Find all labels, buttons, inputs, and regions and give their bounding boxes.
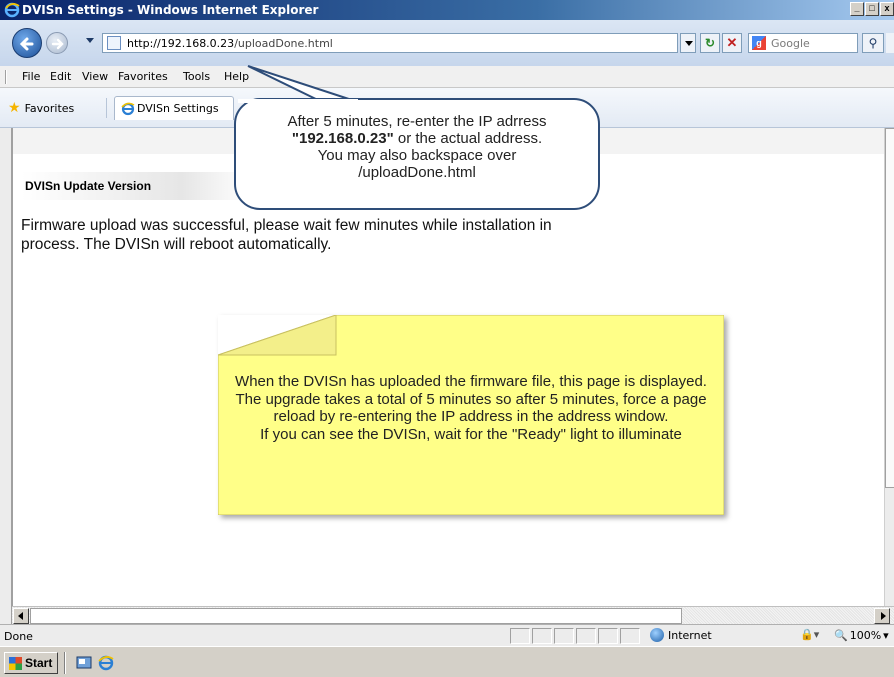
- favorites-button[interactable]: ★ Favorites: [8, 101, 74, 115]
- callout-joint: [238, 99, 358, 103]
- title-bar: DVISn Settings - Windows Internet Explor…: [0, 0, 894, 20]
- horizontal-scrollbar[interactable]: [12, 606, 894, 624]
- status-text: Done: [4, 630, 33, 643]
- status-cell: [554, 628, 574, 644]
- vertical-scrollbar[interactable]: [884, 128, 894, 606]
- stop-button[interactable]: ✕: [722, 33, 742, 53]
- ip-address-callout: After 5 minutes, re-enter the IP adrress…: [234, 98, 600, 210]
- window-frame-edge: [0, 128, 12, 624]
- forward-arrow-icon: [51, 38, 64, 50]
- tab-label: DVISn Settings: [137, 102, 219, 115]
- recent-pages-dropdown[interactable]: [86, 38, 94, 43]
- windows-flag-icon: [9, 656, 22, 670]
- upload-success-message: Firmware upload was successful, please w…: [21, 217, 552, 253]
- zoom-icon: 🔍: [834, 629, 848, 642]
- menu-favorites[interactable]: Favorites: [118, 70, 168, 83]
- ie-page-icon: [121, 102, 135, 116]
- chevron-down-icon: ▾: [883, 629, 889, 642]
- tab-dvisn-settings[interactable]: DVISn Settings: [114, 96, 234, 120]
- navigation-bar: http://192.168.0.23/uploadDone.html ↻ ✕ …: [0, 20, 894, 66]
- taskbar-separator: [64, 652, 66, 674]
- callout-line: You may also backspace over: [317, 147, 517, 164]
- zoom-level: 100%: [849, 629, 882, 642]
- callout-line: After 5 minutes, re-enter the IP adrress: [287, 113, 547, 130]
- show-desktop-icon[interactable]: [76, 655, 92, 671]
- search-options-dropdown[interactable]: [886, 33, 894, 53]
- google-logo-icon: g: [752, 36, 766, 50]
- maximize-button[interactable]: □: [865, 2, 879, 16]
- minimize-button[interactable]: _: [850, 2, 864, 16]
- favorites-separator: [106, 98, 107, 118]
- menu-file[interactable]: File: [22, 70, 40, 83]
- menu-bar: File Edit View Favorites Tools Help: [0, 66, 894, 88]
- address-dropdown-button[interactable]: [680, 33, 696, 53]
- refresh-button[interactable]: ↻: [700, 33, 720, 53]
- status-cell: [598, 628, 618, 644]
- zone-label: Internet: [668, 628, 712, 642]
- ie-quicklaunch-icon[interactable]: [98, 655, 114, 671]
- zoom-button[interactable]: 🔍 100% ▾: [834, 629, 889, 642]
- favorites-star-icon: ★: [8, 100, 21, 116]
- close-button[interactable]: x: [880, 2, 894, 16]
- menu-edit[interactable]: Edit: [50, 70, 71, 83]
- globe-icon: [650, 628, 664, 642]
- protected-mode-button[interactable]: 🔒▾: [800, 628, 828, 644]
- security-zone[interactable]: Internet: [650, 628, 712, 642]
- callout-line: /uploadDone.html: [358, 164, 476, 181]
- refresh-icon: ↻: [704, 36, 716, 50]
- toolbar-grip[interactable]: [5, 70, 7, 84]
- callout-line: or the actual address.: [393, 130, 543, 147]
- menu-view[interactable]: View: [82, 70, 108, 83]
- ie-logo-icon: [4, 2, 20, 18]
- menu-tools[interactable]: Tools: [183, 70, 210, 83]
- lock-icon: 🔒▾: [800, 629, 820, 641]
- search-placeholder: Google: [771, 37, 810, 50]
- address-url[interactable]: http://192.168.0.23/uploadDone.html: [127, 37, 333, 50]
- address-bar[interactable]: http://192.168.0.23/uploadDone.html: [102, 33, 678, 53]
- back-arrow-icon: [19, 37, 34, 51]
- note-line: When the DVISn has uploaded the firmware…: [235, 373, 707, 390]
- horizontal-scroll-thumb[interactable]: [30, 608, 682, 624]
- stop-icon: ✕: [726, 35, 738, 50]
- window-title: DVISn Settings - Windows Internet Explor…: [22, 3, 319, 17]
- page-icon: [107, 36, 121, 50]
- search-button[interactable]: ⚲: [862, 33, 884, 53]
- taskbar: Start: [0, 646, 894, 677]
- scroll-right-button[interactable]: [874, 608, 890, 624]
- start-button[interactable]: Start: [4, 652, 58, 674]
- note-line: If you can see the DVISn, wait for the "…: [260, 425, 682, 443]
- status-bar: Done Internet 🔒▾ 🔍 100% ▾: [0, 624, 894, 646]
- callout-ip-address: "192.168.0.23": [291, 130, 394, 147]
- page-heading: DVISn Update Version: [21, 172, 251, 200]
- forward-button[interactable]: [46, 32, 68, 54]
- note-line: The upgrade takes a total of 5 minutes s…: [235, 390, 707, 426]
- status-cell: [532, 628, 552, 644]
- start-label: Start: [25, 656, 53, 670]
- status-cell: [510, 628, 530, 644]
- status-cell: [576, 628, 596, 644]
- status-cell: [620, 628, 640, 644]
- scroll-left-button[interactable]: [13, 608, 29, 624]
- favorites-label: Favorites: [24, 101, 75, 115]
- vertical-scroll-thumb[interactable]: [885, 128, 894, 488]
- search-input[interactable]: g Google: [748, 33, 858, 53]
- search-icon: ⚲: [868, 36, 878, 50]
- instruction-note: When the DVISn has uploaded the firmware…: [218, 315, 724, 515]
- back-button[interactable]: [12, 28, 42, 58]
